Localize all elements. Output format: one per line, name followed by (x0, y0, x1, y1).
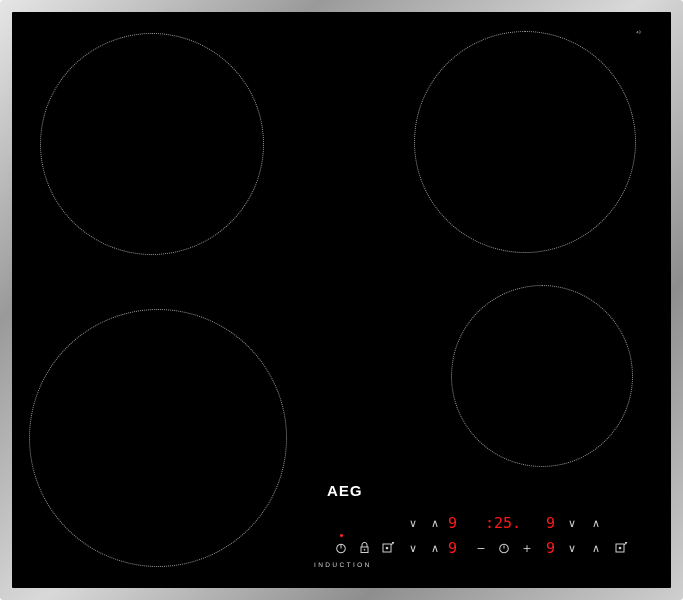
power-icon[interactable] (335, 542, 347, 554)
zone-rear-left-up-button[interactable]: ∧ (428, 518, 442, 530)
induction-label: INDUCTION (314, 562, 372, 569)
timer-display: :25. (485, 514, 522, 532)
bridge-icon[interactable] (615, 541, 629, 554)
zone-rear-left-down-button[interactable]: ∨ (406, 518, 420, 530)
corner-mark: ⁴³ (636, 31, 641, 37)
timer-icon[interactable] (498, 542, 510, 554)
zone-rear-right-down-button[interactable]: ∨ (565, 518, 579, 530)
zone-rear-right-level-display: 9 (546, 514, 556, 532)
zone-front-right (451, 285, 633, 467)
zone-rear-right (414, 31, 636, 253)
zone-front-right-up-button[interactable]: ∧ (589, 543, 603, 555)
zone-front-left-level-display: 9 (448, 539, 458, 557)
zone-rear-right-up-button[interactable]: ∧ (589, 518, 603, 530)
zone-front-left-up-button[interactable]: ∧ (428, 543, 442, 555)
timer-plus-button[interactable]: + (520, 543, 534, 555)
zone-front-right-down-button[interactable]: ∨ (565, 543, 579, 555)
zone-rear-left (40, 33, 264, 255)
power-indicator-led (340, 534, 343, 537)
zone-front-right-level-display: 9 (546, 539, 556, 557)
brand-logo: AEG (327, 483, 363, 500)
timer-minus-button[interactable]: − (474, 543, 488, 555)
zone-front-left (29, 309, 287, 567)
bridge-icon[interactable] (382, 541, 396, 554)
zone-rear-left-level-display: 9 (448, 514, 458, 532)
zone-front-left-down-button[interactable]: ∨ (406, 543, 420, 555)
lock-icon[interactable] (359, 541, 370, 554)
